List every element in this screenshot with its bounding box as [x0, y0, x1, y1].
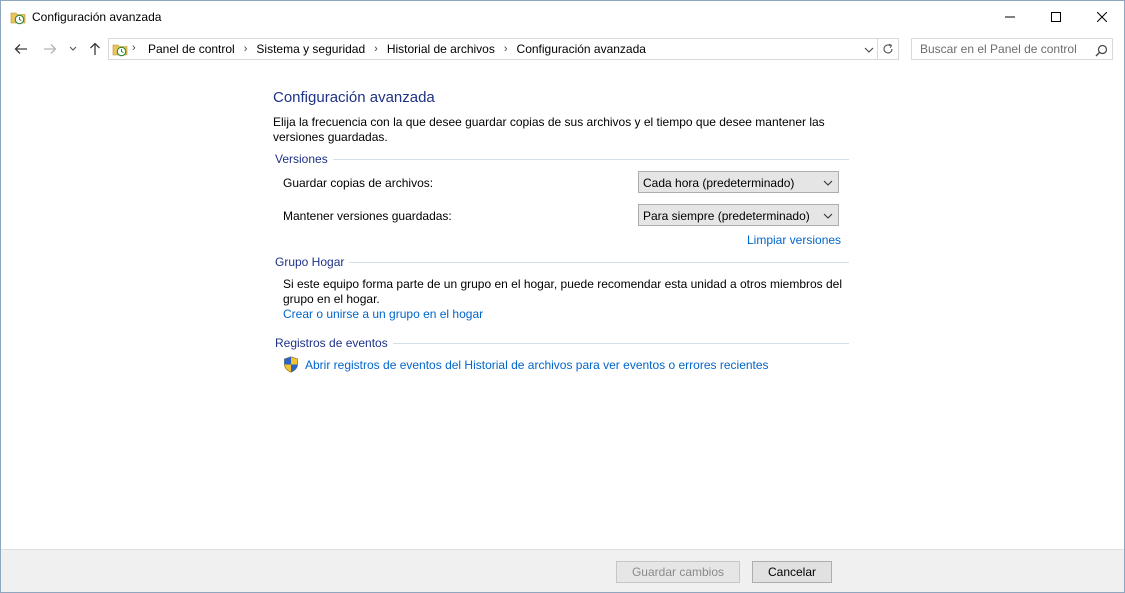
search-box: [911, 38, 1113, 60]
breadcrumb-item-system-security[interactable]: Sistema y seguridad: [256, 42, 365, 56]
minimize-button[interactable]: [987, 1, 1033, 32]
breadcrumb-separator-icon[interactable]: ›: [244, 43, 248, 55]
window: Configuración avanzada › Panel de contro…: [0, 0, 1125, 593]
window-title: Configuración avanzada: [32, 10, 162, 24]
refresh-icon: [883, 43, 893, 54]
event-logs-link[interactable]: Abrir registros de eventos del Historial…: [305, 358, 769, 372]
page-title: Configuración avanzada: [273, 89, 435, 106]
close-button[interactable]: [1079, 1, 1124, 32]
versions-group-header: Versiones: [275, 152, 849, 166]
recent-locations-button[interactable]: [64, 38, 82, 60]
breadcrumb-separator-icon[interactable]: ›: [132, 42, 136, 54]
breadcrumb-separator-icon[interactable]: ›: [374, 43, 378, 55]
chevron-down-icon: [864, 47, 874, 53]
homegroup-link[interactable]: Crear o unirse a un grupo en el hogar: [283, 307, 483, 321]
maximize-button[interactable]: [1033, 1, 1079, 32]
breadcrumb: Panel de control › Sistema y seguridad ›…: [148, 42, 646, 56]
search-icon[interactable]: [1093, 42, 1109, 58]
event-logs-group-header: Registros de eventos: [275, 336, 849, 350]
breadcrumb-item-file-history[interactable]: Historial de archivos: [387, 42, 495, 56]
address-dropdown-button[interactable]: [861, 42, 877, 58]
arrow-right-icon: [44, 44, 57, 54]
save-changes-button[interactable]: Guardar cambios: [616, 561, 740, 583]
close-icon: [1097, 11, 1107, 22]
forward-button[interactable]: [39, 38, 61, 60]
breadcrumb-separator-icon[interactable]: ›: [504, 43, 508, 55]
group-divider: [275, 262, 849, 263]
page-description: Elija la frecuencia con la que desee gua…: [273, 115, 825, 144]
arrow-left-icon: [14, 44, 27, 54]
keep-versions-select[interactable]: Para siempre (predeterminado): [638, 204, 839, 226]
address-bar[interactable]: › Panel de control › Sistema y seguridad…: [108, 38, 878, 60]
file-history-icon: [112, 41, 128, 57]
breadcrumb-item-control-panel[interactable]: Panel de control: [148, 42, 235, 56]
uac-shield-icon: [283, 356, 299, 373]
homegroup-group-header: Grupo Hogar: [275, 255, 849, 269]
cancel-button[interactable]: Cancelar: [752, 561, 832, 583]
chevron-down-icon: [823, 213, 833, 219]
title-bar: Configuración avanzada: [1, 1, 1124, 32]
save-copies-select[interactable]: Cada hora (predeterminado): [638, 171, 839, 193]
search-input[interactable]: [912, 39, 1092, 59]
chevron-down-icon: [823, 180, 833, 186]
event-logs-heading: Registros de eventos: [275, 336, 393, 350]
versions-heading: Versiones: [275, 152, 333, 166]
navigation-bar: › Panel de control › Sistema y seguridad…: [1, 32, 1124, 65]
minimize-icon: [1005, 16, 1015, 17]
save-copies-label: Guardar copias de archivos:: [283, 176, 434, 190]
footer-bar: Guardar cambios Cancelar: [1, 549, 1124, 592]
breadcrumb-item-advanced-settings[interactable]: Configuración avanzada: [517, 42, 646, 56]
back-button[interactable]: [10, 38, 32, 60]
clean-versions-link[interactable]: Limpiar versiones: [747, 233, 841, 247]
up-button[interactable]: [84, 38, 106, 60]
homegroup-heading: Grupo Hogar: [275, 255, 350, 269]
arrow-up-icon: [90, 42, 100, 55]
chevron-down-icon: [69, 46, 77, 51]
file-history-icon: [10, 9, 26, 25]
homegroup-description: Si este equipo forma parte de un grupo e…: [283, 277, 843, 306]
refresh-button[interactable]: [878, 38, 899, 60]
group-divider: [275, 159, 849, 160]
keep-versions-label: Mantener versiones guardadas:: [283, 209, 452, 223]
maximize-icon: [1051, 11, 1061, 22]
keep-versions-value: Para siempre (predeterminado): [643, 209, 810, 223]
save-copies-value: Cada hora (predeterminado): [643, 176, 795, 190]
